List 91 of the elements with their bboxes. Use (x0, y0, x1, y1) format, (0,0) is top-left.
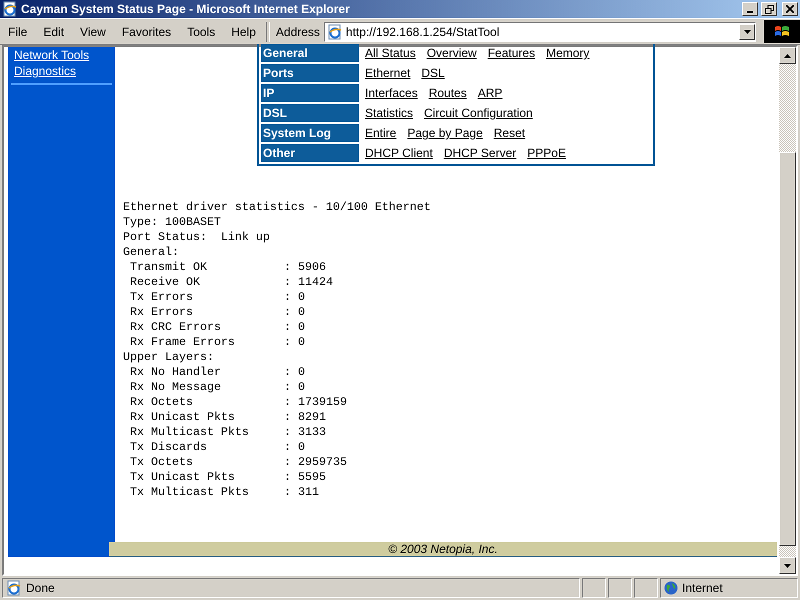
nav-link[interactable]: Page by Page (407, 124, 483, 142)
browser-page-icon (6, 580, 22, 596)
stat-label: Tx Errors (130, 290, 194, 305)
stat-label: Tx Multicast Pkts (130, 485, 250, 500)
nav-link[interactable]: Interfaces (365, 84, 418, 102)
nav-link[interactable]: DHCP Server (444, 144, 516, 162)
stat-label: Rx CRC Errors (130, 320, 222, 335)
stat-label: Receive OK (130, 275, 201, 290)
address-field[interactable]: http://192.168.1.254/StatTool (324, 22, 756, 42)
stat-value: : 8291 (284, 410, 326, 425)
minimize-button[interactable] (742, 2, 758, 16)
nav-link[interactable]: Memory (546, 44, 590, 62)
nav-category: Other (261, 144, 359, 162)
nav-link[interactable]: All Status (365, 44, 416, 62)
stat-value: : 0 (284, 365, 305, 380)
menu-item[interactable]: Edit (35, 24, 72, 38)
nav-link[interactable]: Overview (426, 44, 477, 62)
copyright-footer: © 2003 Netopia, Inc. (109, 542, 777, 557)
sidebar-link[interactable]: Diagnostics (14, 63, 109, 79)
report-line: Upper Layers: (123, 350, 215, 365)
stat-value: : 0 (284, 290, 305, 305)
dropdown-button[interactable] (739, 24, 755, 40)
nav-category: IP (261, 84, 359, 102)
status-pane (634, 578, 658, 598)
globe-icon (664, 581, 678, 595)
stat-label: Tx Discards (130, 440, 208, 455)
stat-label: Tx Unicast Pkts (130, 470, 236, 485)
report-line: General: (123, 245, 180, 260)
status-pane (582, 578, 606, 598)
caret-icon (744, 30, 750, 34)
report-line: Type: 100BASET (123, 215, 222, 230)
scroll-down-button[interactable] (779, 557, 796, 574)
down-arrow-icon (784, 564, 791, 568)
report-line: Port Status: Link up (123, 230, 271, 245)
nav-link[interactable]: Circuit Configuration (424, 104, 533, 122)
menu-item[interactable]: File (0, 24, 36, 38)
nav-link[interactable]: Ethernet (365, 64, 410, 82)
nav-link[interactable]: PPPoE (527, 144, 566, 162)
nav-link[interactable]: Statistics (365, 104, 414, 122)
status-pane (608, 578, 632, 598)
flag-icon (774, 24, 790, 38)
window-title: Cayman System Status Page - Microsoft Internet Explorer (21, 2, 351, 16)
nav-category: DSL (261, 104, 359, 122)
stat-value: : 2959735 (284, 455, 347, 470)
menu-item[interactable]: Favorites (114, 24, 180, 38)
report-line: Ethernet driver statistics - 10/100 Ethernet (123, 200, 432, 215)
sidebar-link[interactable]: Network Tools (14, 47, 109, 63)
address-label: Address (274, 24, 321, 38)
stat-label: Tx Octets (130, 455, 194, 470)
nav-link[interactable]: ARP (478, 84, 502, 102)
restore-button[interactable] (761, 2, 777, 16)
stat-value: : 1739159 (284, 395, 347, 410)
stat-value: : 3133 (284, 425, 326, 440)
stat-value: : 5595 (284, 470, 326, 485)
nav-link[interactable]: DSL (421, 64, 445, 82)
stat-label: Rx Octets (130, 395, 194, 410)
scrollbar-thumb[interactable] (779, 152, 796, 546)
close-icon (786, 5, 794, 13)
up-arrow-icon (784, 54, 791, 58)
nav-link[interactable]: Entire (365, 124, 396, 142)
nav-link[interactable]: DHCP Client (365, 144, 433, 162)
nav-category: Ports (261, 64, 359, 82)
nav-link[interactable]: Routes (428, 84, 467, 102)
close-button[interactable] (782, 2, 798, 16)
nav-link[interactable]: Features (488, 44, 536, 62)
stat-label: Rx Frame Errors (130, 335, 236, 350)
stat-label: Rx Errors (130, 305, 194, 320)
stat-label: Rx No Message (130, 380, 222, 395)
stat-label: Rx Multicast Pkts (130, 425, 250, 440)
stat-value: : 0 (284, 305, 305, 320)
stat-label: Rx Unicast Pkts (130, 410, 236, 425)
zone-text: Internet (682, 581, 723, 595)
status-text: Done (26, 581, 55, 595)
nav-category: General (261, 44, 359, 62)
nav-link[interactable]: Reset (494, 124, 526, 142)
stat-value: : 0 (284, 320, 305, 335)
restore-icon (764, 4, 774, 14)
stat-label: Rx No Handler (130, 365, 222, 380)
stat-value: : 311 (284, 485, 319, 500)
stat-value: : 0 (284, 440, 305, 455)
stat-value: : 5906 (284, 260, 326, 275)
stat-value: : 0 (284, 380, 305, 395)
menu-item[interactable]: Help (223, 24, 264, 38)
scroll-up-button[interactable] (779, 47, 796, 64)
stat-value: : 11424 (284, 275, 333, 290)
stat-value: : 0 (284, 335, 305, 350)
menu-item[interactable]: Tools (179, 24, 224, 38)
nav-category: System Log (261, 124, 359, 142)
menu-item[interactable]: View (72, 24, 114, 38)
stat-label: Transmit OK (130, 260, 208, 275)
browser-page-icon (326, 24, 343, 40)
